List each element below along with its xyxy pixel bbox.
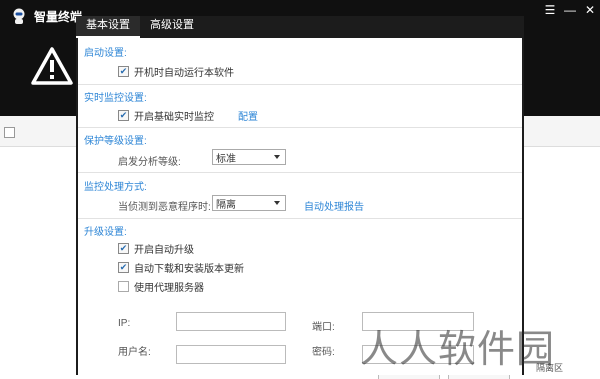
auto-upgrade-checkbox[interactable]: ✔ [118,243,129,254]
divider [78,84,522,85]
auto-download-label: 自动下载和安装版本更新 [134,264,244,275]
divider [78,127,522,128]
divider [78,172,522,173]
section-title-monitor-action: 监控处理方式: [84,182,147,193]
watermark: 人人软件园 [360,327,556,371]
autostart-option[interactable]: ✔ 开机时自动运行本软件 [118,64,234,79]
heuristic-level-label: 启发分析等级: [118,157,181,168]
auto-upgrade-option[interactable]: ✔ 开启自动升级 [118,241,194,256]
tab-advanced-settings[interactable]: 高级设置 [140,16,204,36]
close-button[interactable]: ✕ [580,0,600,20]
realtime-config-link[interactable]: 配置 [238,108,258,123]
ip-input[interactable] [176,312,286,331]
auto-upgrade-label: 开启自动升级 [134,245,194,256]
password-label: 密码: [312,347,335,358]
robot-logo-icon [13,8,25,24]
port-label: 端口: [312,322,335,333]
warning-triangle-icon [31,47,73,85]
section-title-protection: 保护等级设置: [84,136,147,147]
chevron-down-icon [274,201,280,205]
proxy-checkbox[interactable] [118,281,129,292]
section-title-upgrade: 升级设置: [84,227,127,238]
auto-report-link[interactable]: 自动处理报告 [304,198,364,213]
app-title: 智量终端 [34,10,83,24]
detect-action-value: 隔离 [216,199,236,211]
realtime-option[interactable]: ✔ 开启基础实时监控 配置 [118,108,258,123]
detect-action-select[interactable]: 隔离 [212,195,286,211]
ip-label: IP: [118,318,131,329]
select-all-checkbox[interactable] [4,127,15,138]
divider [78,218,522,219]
heuristic-level-select[interactable]: 标准 [212,149,286,165]
tab-basic-settings[interactable]: 基本设置 [76,16,140,38]
section-title-realtime: 实时监控设置: [84,93,147,104]
autostart-checkbox[interactable]: ✔ [118,66,129,77]
detect-action-label: 当侦测到恶意程序时: [118,202,211,213]
settings-tabs: 基本设置 高级设置 [76,16,204,38]
section-title-startup: 启动设置: [84,48,127,59]
auto-download-checkbox[interactable]: ✔ [118,262,129,273]
autostart-label: 开机时自动运行本软件 [134,68,234,79]
proxy-option[interactable]: 使用代理服务器 [118,279,204,294]
chevron-down-icon [274,155,280,159]
window-controls: ☰ — ✕ [540,0,600,20]
username-label: 用户名: [118,347,151,358]
realtime-label: 开启基础实时监控 [134,112,214,123]
proxy-label: 使用代理服务器 [134,283,204,294]
realtime-checkbox[interactable]: ✔ [118,110,129,121]
minimize-button[interactable]: — [560,0,580,20]
username-input[interactable] [176,345,286,364]
auto-download-option[interactable]: ✔ 自动下载和安装版本更新 [118,260,244,275]
heuristic-level-value: 标准 [216,153,236,165]
menu-button[interactable]: ☰ [540,0,560,20]
